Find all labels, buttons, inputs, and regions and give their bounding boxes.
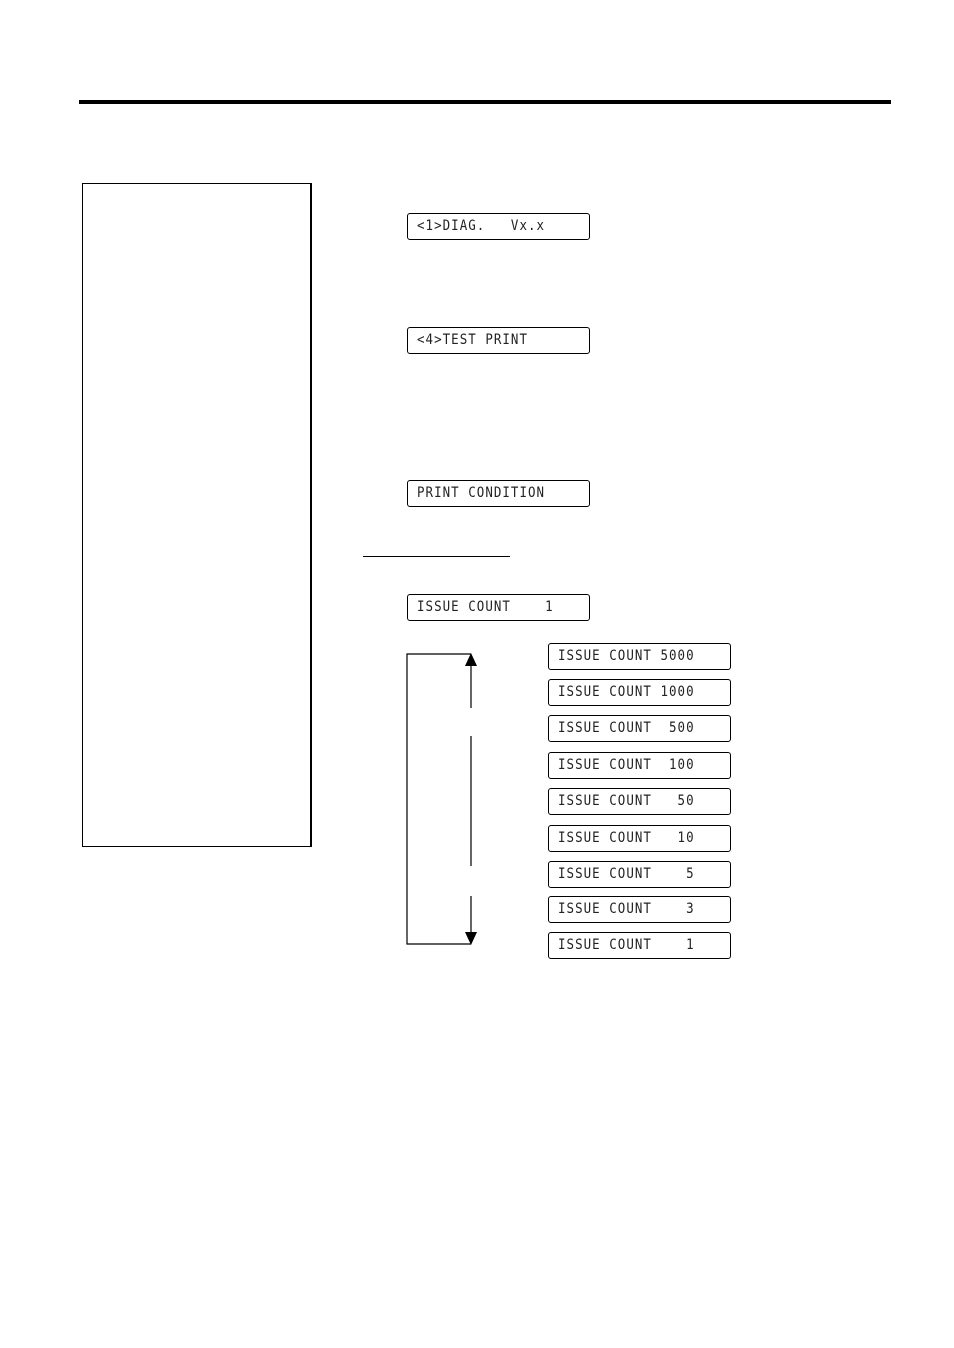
loop-bracket-line bbox=[406, 653, 471, 945]
lcd-display-test-print: <4>TEST PRINT bbox=[407, 327, 590, 354]
lcd-text: ISSUE COUNT 500 bbox=[558, 720, 695, 736]
lcd-text: ISSUE COUNT 5000 bbox=[558, 648, 695, 664]
lcd-text: ISSUE COUNT 3 bbox=[558, 901, 695, 917]
lcd-option-5000: ISSUE COUNT 5000 bbox=[548, 643, 731, 670]
lcd-display-issue-count: ISSUE COUNT 1 bbox=[407, 594, 590, 621]
lcd-option-10: ISSUE COUNT 10 bbox=[548, 825, 731, 852]
side-description-box bbox=[82, 183, 312, 847]
down-arrow-head bbox=[465, 932, 477, 945]
lcd-text: <4>TEST PRINT bbox=[417, 332, 529, 348]
cycle-arrow-diagram bbox=[406, 653, 477, 945]
up-arrow-head bbox=[465, 653, 477, 666]
lcd-display-print-condition: PRINT CONDITION bbox=[407, 480, 590, 507]
lcd-display-diag: <1>DIAG. Vx.x bbox=[407, 213, 590, 240]
lcd-text: ISSUE COUNT 1000 bbox=[558, 684, 695, 700]
lcd-option-1: ISSUE COUNT 1 bbox=[548, 932, 731, 959]
lcd-text: PRINT CONDITION bbox=[417, 485, 546, 501]
lcd-text: ISSUE COUNT 1 bbox=[558, 937, 695, 953]
lcd-text: ISSUE COUNT 100 bbox=[558, 757, 695, 773]
lcd-option-50: ISSUE COUNT 50 bbox=[548, 788, 731, 815]
lcd-text: ISSUE COUNT 5 bbox=[558, 866, 695, 882]
lcd-option-500: ISSUE COUNT 500 bbox=[548, 715, 731, 742]
lcd-option-100: ISSUE COUNT 100 bbox=[548, 752, 731, 779]
header-rule bbox=[79, 100, 891, 104]
section-underline bbox=[363, 556, 510, 557]
lcd-option-5: ISSUE COUNT 5 bbox=[548, 861, 731, 888]
lcd-text: ISSUE COUNT 10 bbox=[558, 830, 695, 846]
lcd-text: <1>DIAG. Vx.x bbox=[417, 218, 546, 234]
lcd-text: ISSUE COUNT 1 bbox=[417, 599, 554, 615]
lcd-option-3: ISSUE COUNT 3 bbox=[548, 896, 731, 923]
lcd-option-1000: ISSUE COUNT 1000 bbox=[548, 679, 731, 706]
lcd-text: ISSUE COUNT 50 bbox=[558, 793, 695, 809]
